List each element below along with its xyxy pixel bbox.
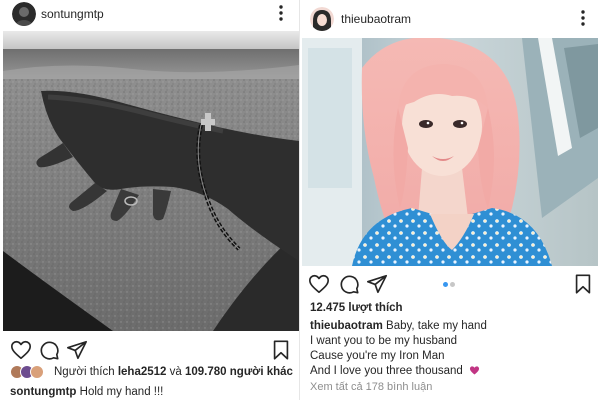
avatar[interactable]: [12, 2, 36, 26]
comment-icon: [340, 275, 359, 294]
like-button[interactable]: [10, 339, 32, 361]
caption-text: Baby, take my hand: [386, 320, 487, 332]
like-button[interactable]: [308, 273, 330, 295]
caption-line-2: I want you to be my husband: [310, 335, 458, 347]
caption-line-3: Cause you're my Iron Man: [310, 350, 445, 362]
liked-by-row[interactable]: Người thích leha2512 và 109.780 người kh…: [10, 365, 293, 381]
liked-by-user[interactable]: leha2512: [118, 366, 167, 378]
caption-text: Hold my hand !!!: [79, 386, 164, 398]
send-icon: [67, 340, 87, 360]
carousel-indicator: [443, 282, 457, 288]
save-button[interactable]: [572, 273, 594, 295]
more-options-button[interactable]: [274, 4, 288, 22]
bookmark-icon: [273, 340, 289, 360]
more-vertical-icon: [279, 5, 283, 21]
view-all-comments-link[interactable]: Xem tất cả 178 bình luận: [310, 381, 432, 393]
post-header: sontungmtp: [0, 0, 300, 30]
post-thieubaotram: thieubaotram 12.475 lượt thích thieubaot…: [300, 0, 600, 400]
screenshot-canvas: sontungmtp Người thích leha2512 và 109.7…: [0, 0, 600, 400]
action-bar: [0, 337, 300, 363]
more-options-button[interactable]: [576, 9, 590, 27]
username[interactable]: sontungmtp: [41, 7, 104, 21]
heart-icon: [11, 340, 31, 360]
username[interactable]: thieubaotram: [341, 12, 411, 26]
caption-text: And I love you three thousand: [310, 365, 463, 377]
save-button[interactable]: [270, 339, 292, 361]
post-sontungmtp: sontungmtp Người thích leha2512 và 109.7…: [0, 0, 300, 400]
comment-button[interactable]: [338, 273, 360, 295]
comment-icon: [40, 341, 59, 360]
caption: sontungmtp Hold my hand !!!: [10, 386, 163, 398]
post-header: thieubaotram: [300, 5, 600, 35]
post-photo[interactable]: [302, 38, 598, 266]
caption-username[interactable]: sontungmtp: [10, 386, 76, 398]
liked-by-prefix: Người thích: [54, 366, 115, 379]
caption-username[interactable]: thieubaotram: [310, 320, 383, 332]
send-icon: [367, 274, 387, 294]
post-photo[interactable]: [3, 31, 299, 331]
bookmark-icon: [575, 274, 591, 294]
heart-icon: [309, 274, 329, 294]
share-button[interactable]: [366, 273, 388, 295]
caption-line-4: And I love you three thousand: [310, 365, 480, 377]
avatar: [30, 365, 44, 379]
liked-by-and: và: [169, 366, 182, 379]
comment-button[interactable]: [38, 339, 60, 361]
carousel-dot: [450, 282, 455, 287]
purple-heart-icon: [469, 366, 480, 375]
liker-avatars: [10, 365, 50, 379]
likes-count[interactable]: 12.475 lượt thích: [310, 302, 403, 314]
liked-by-others[interactable]: 109.780 người khác: [185, 366, 293, 378]
carousel-dot-active: [443, 282, 448, 287]
share-button[interactable]: [66, 339, 88, 361]
more-vertical-icon: [581, 10, 585, 26]
caption-line-1: thieubaotram Baby, take my hand: [310, 320, 487, 332]
avatar[interactable]: [310, 7, 334, 31]
